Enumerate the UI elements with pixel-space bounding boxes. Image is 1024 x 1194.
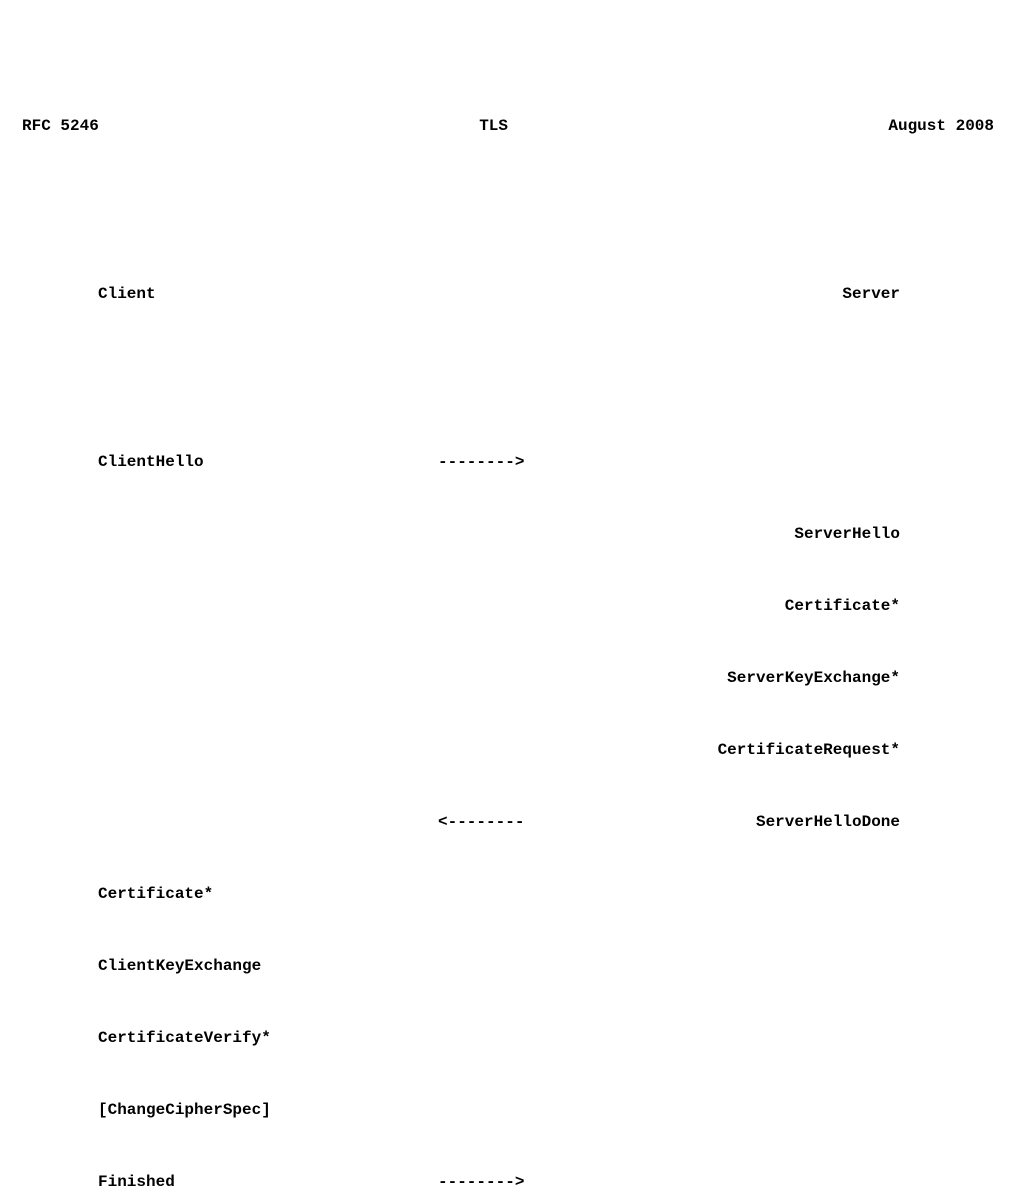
client-msg <box>98 594 438 618</box>
diagram-row: ClientKeyExchange <box>98 954 1002 978</box>
client-msg: Certificate* <box>98 882 438 906</box>
arrow <box>438 522 588 546</box>
client-msg <box>98 522 438 546</box>
server-msg <box>588 954 908 978</box>
server-msg: ServerKeyExchange* <box>588 666 908 690</box>
server-msg <box>588 1098 908 1122</box>
diagram-row: <-------- ServerHelloDone <box>98 810 1002 834</box>
diagram-row: Certificate* <box>98 594 1002 618</box>
diagram-row: Certificate* <box>98 882 1002 906</box>
diagram-row: CertificateRequest* <box>98 738 1002 762</box>
rfc-title: TLS <box>479 114 508 138</box>
arrow <box>438 1026 588 1050</box>
server-header: Server <box>588 282 908 306</box>
rfc-number: RFC 5246 <box>22 114 99 138</box>
arrow <box>438 594 588 618</box>
arrow: <-------- <box>438 810 588 834</box>
diagram-header-row: Client Server <box>98 282 1002 306</box>
arrow: --------> <box>438 1170 588 1194</box>
arrow <box>438 666 588 690</box>
diagram-row: ServerHello <box>98 522 1002 546</box>
server-msg <box>588 1170 908 1194</box>
server-msg <box>588 882 908 906</box>
client-msg <box>98 810 438 834</box>
client-msg: CertificateVerify* <box>98 1026 438 1050</box>
diagram-row: ServerKeyExchange* <box>98 666 1002 690</box>
client-msg: [ChangeCipherSpec] <box>98 1098 438 1122</box>
handshake-diagram: Client Server ClientHello --------> Serv… <box>98 234 1002 1194</box>
server-msg: CertificateRequest* <box>588 738 908 762</box>
client-msg <box>98 666 438 690</box>
client-msg: ClientHello <box>98 450 438 474</box>
server-msg: ServerHello <box>588 522 908 546</box>
arrow <box>438 1098 588 1122</box>
arrow <box>438 738 588 762</box>
arrow <box>438 954 588 978</box>
client-header: Client <box>98 282 438 306</box>
client-msg: ClientKeyExchange <box>98 954 438 978</box>
diagram-row: Finished --------> <box>98 1170 1002 1194</box>
diagram-spacer <box>98 354 1002 378</box>
diagram-row: [ChangeCipherSpec] <box>98 1098 1002 1122</box>
rfc-header: RFC 5246 TLS August 2008 <box>22 114 1002 138</box>
server-msg <box>588 1026 908 1050</box>
client-msg <box>98 738 438 762</box>
arrow: --------> <box>438 450 588 474</box>
diagram-row: CertificateVerify* <box>98 1026 1002 1050</box>
server-msg: Certificate* <box>588 594 908 618</box>
rfc-date: August 2008 <box>888 114 994 138</box>
server-msg <box>588 450 908 474</box>
client-msg: Finished <box>98 1170 438 1194</box>
arrow <box>438 882 588 906</box>
diagram-row: ClientHello --------> <box>98 450 1002 474</box>
arrow-header-spacer <box>438 282 588 306</box>
server-msg: ServerHelloDone <box>588 810 908 834</box>
